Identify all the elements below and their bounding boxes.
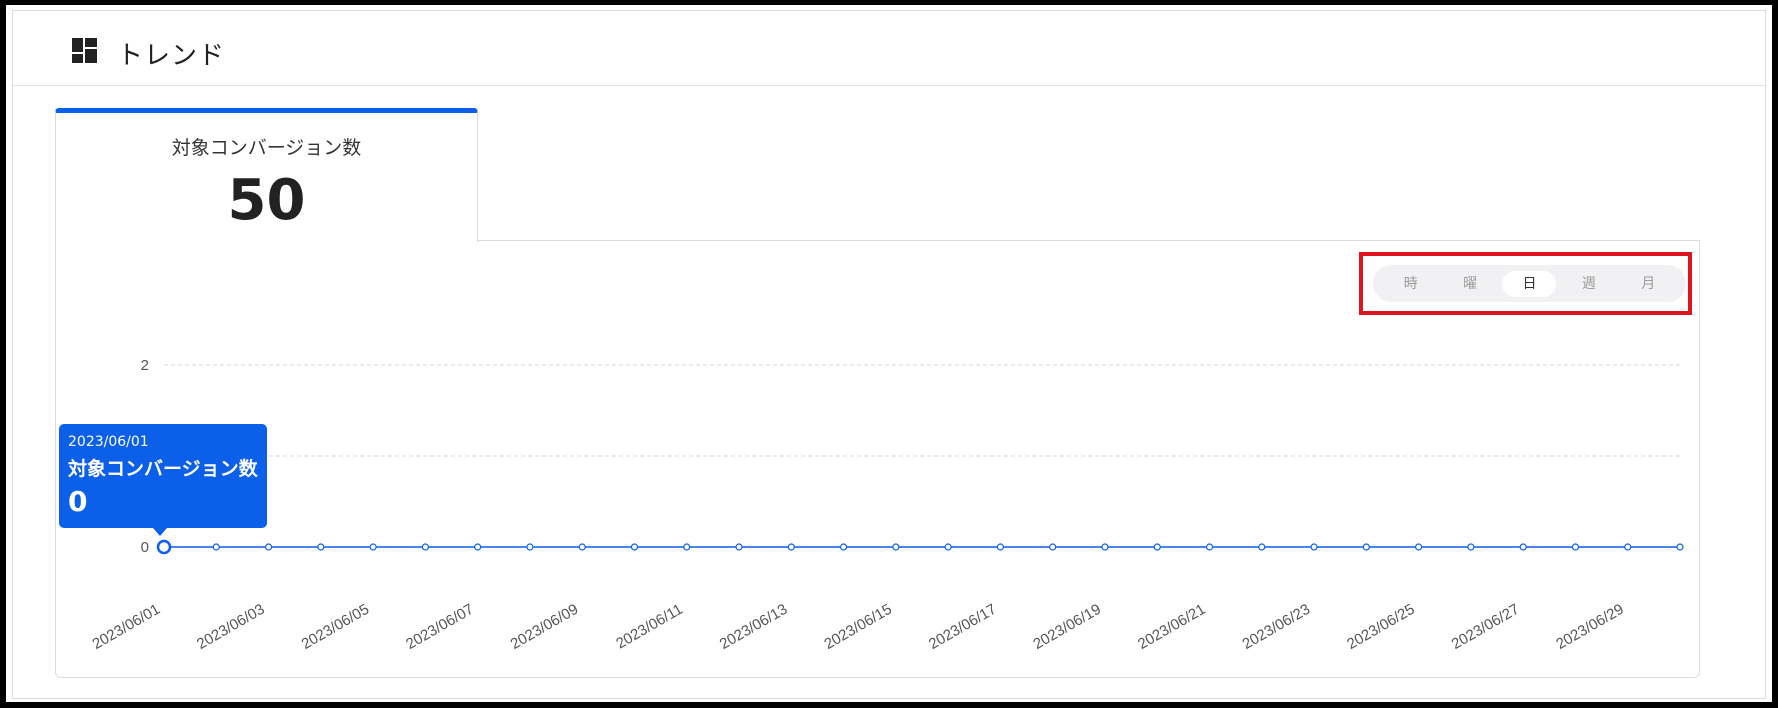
- tab-label: 対象コンバージョン数: [171, 137, 362, 159]
- data-point: [1049, 543, 1057, 551]
- x-tick-label: 2023/06/01: [89, 601, 163, 653]
- y-tick-label: 2: [141, 357, 149, 374]
- tooltip-date: 2023/06/01: [68, 434, 149, 450]
- data-point: [1258, 543, 1266, 551]
- x-tick-label: 2023/06/23: [1240, 601, 1314, 653]
- x-tick-label: 2023/06/09: [508, 601, 582, 653]
- x-tick-label: 2023/06/29: [1553, 601, 1627, 653]
- data-point: [212, 543, 220, 551]
- data-point: [1571, 543, 1580, 551]
- data-point: [578, 543, 586, 551]
- x-tick-label: 2023/06/25: [1344, 601, 1418, 653]
- data-point: [264, 543, 273, 551]
- data-point: [1101, 543, 1109, 551]
- x-tick-label: 2023/06/27: [1449, 601, 1523, 653]
- data-point: [787, 543, 795, 551]
- data-point: [892, 543, 900, 551]
- x-tick-label: 2023/06/15: [821, 601, 895, 653]
- data-point: [944, 543, 952, 551]
- x-tick-label: 2023/06/17: [926, 601, 1000, 653]
- y-tick-label: 0: [141, 539, 149, 556]
- data-point: [1362, 543, 1370, 551]
- data-point: [1310, 543, 1318, 551]
- data-point: [474, 543, 482, 551]
- data-point: [317, 543, 325, 551]
- tab-value: 50: [227, 168, 306, 233]
- data-point: [1676, 543, 1684, 551]
- data-point: [156, 539, 172, 555]
- tooltip-label: 対象コンバージョン数: [68, 458, 258, 480]
- data-point: [421, 543, 429, 551]
- data-point: [1624, 543, 1632, 551]
- data-point: [1415, 543, 1423, 551]
- data-point: [735, 543, 743, 551]
- data-point: [996, 543, 1005, 551]
- data-point: [1205, 543, 1214, 551]
- x-tick-label: 2023/06/05: [299, 601, 373, 653]
- data-point: [369, 543, 377, 551]
- data-point: [630, 543, 639, 551]
- tooltip-value: 0: [68, 485, 88, 518]
- data-point: [1519, 543, 1527, 551]
- data-point: [1467, 543, 1475, 551]
- trend-line-chart: 0 2 2023/06/01 2023/06/03 2023/06/05 2023/06/…: [89, 357, 1684, 653]
- tab-target-conversions[interactable]: 対象コンバージョン数 50: [55, 108, 478, 242]
- x-tick-label: 2023/06/13: [717, 601, 791, 653]
- data-point: [1153, 543, 1161, 551]
- x-tick-label: 2023/06/21: [1135, 601, 1209, 653]
- x-tick-label: 2023/06/19: [1030, 601, 1104, 653]
- x-tick-label: 2023/06/11: [613, 601, 686, 653]
- chart-tooltip: 2023/06/01 対象コンバージョン数 0: [59, 424, 267, 536]
- data-point: [683, 543, 691, 551]
- x-tick-label: 2023/06/07: [403, 601, 477, 653]
- x-tick-label: 2023/06/03: [194, 601, 268, 653]
- data-point: [526, 543, 534, 551]
- data-point: [839, 543, 848, 551]
